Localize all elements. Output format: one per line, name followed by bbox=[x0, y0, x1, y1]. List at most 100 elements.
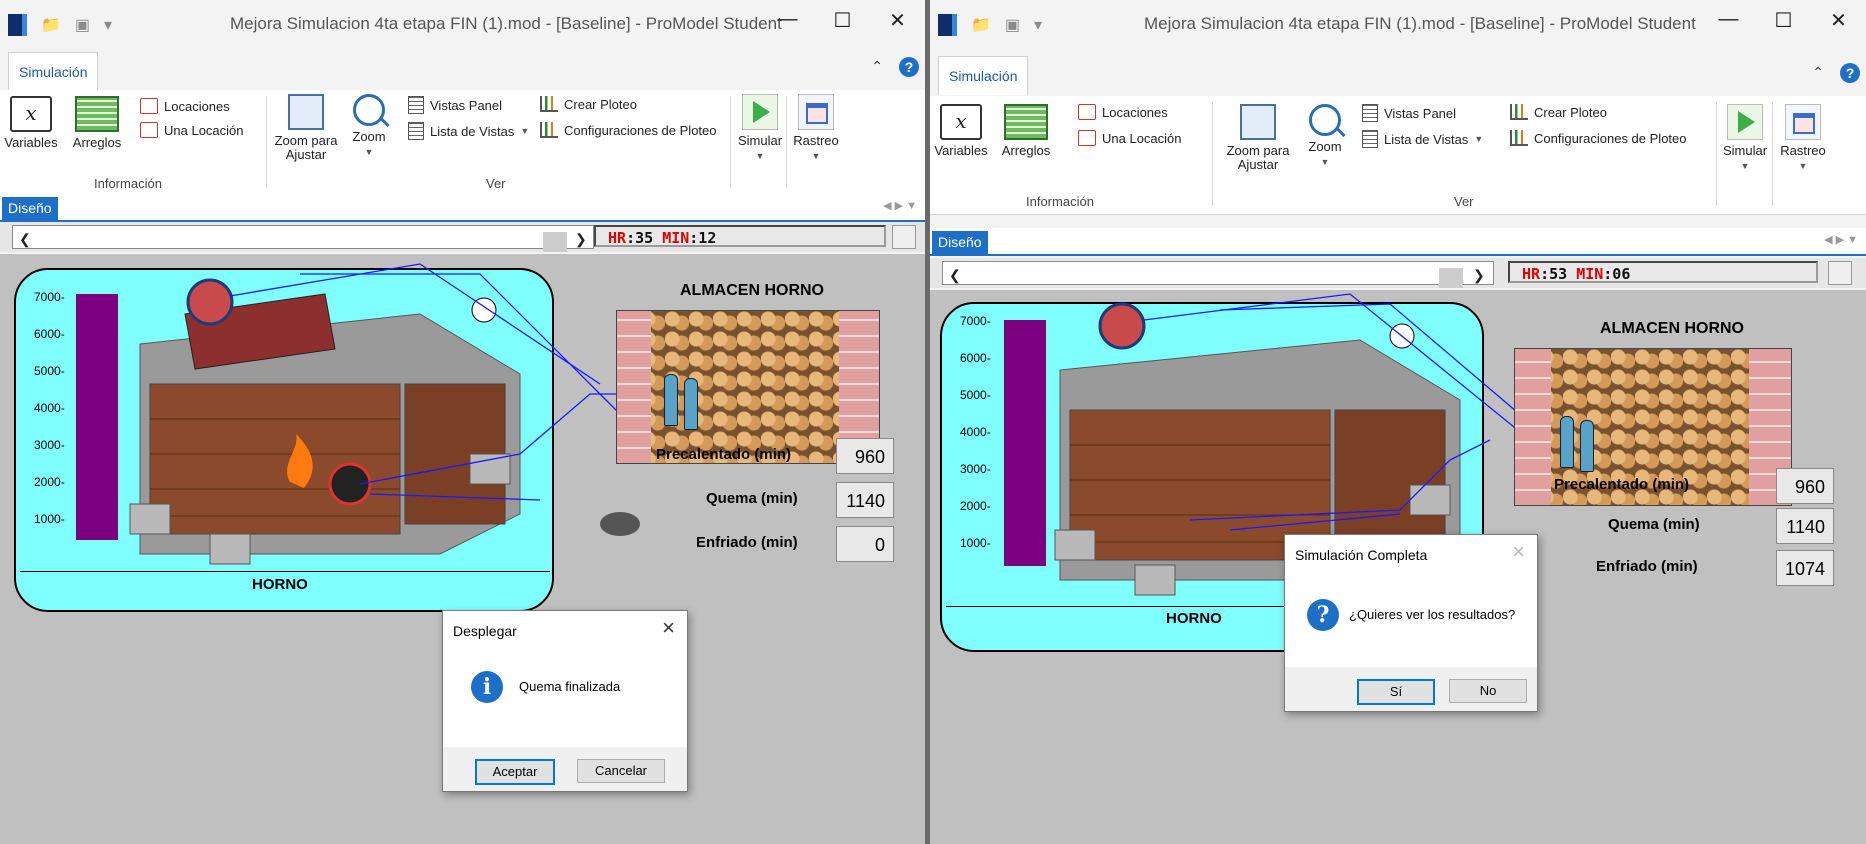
open-folder-icon[interactable]: 📁 bbox=[971, 15, 991, 35]
app-icon bbox=[8, 14, 27, 36]
ash-pile-icon bbox=[600, 512, 640, 536]
promodel-window-left: 📁 ▣ ▾ Mejora Simulacion 4ta etapa FIN (1… bbox=[0, 0, 925, 844]
tab-diseno[interactable]: Diseño bbox=[2, 197, 58, 220]
enfriado-label: Enfriado (min) bbox=[1596, 558, 1698, 575]
quema-label: Quema (min) bbox=[706, 490, 798, 507]
location-pin-icon bbox=[140, 122, 158, 138]
arreglos-label: Arreglos bbox=[1001, 143, 1051, 158]
customize-dropdown-icon[interactable]: ▾ bbox=[104, 15, 112, 35]
vistas-panel-button[interactable]: Vistas Panel bbox=[1362, 104, 1456, 122]
magnifier-icon bbox=[353, 94, 385, 126]
tab-navigation-icon[interactable]: ◀ ▶ ▼ bbox=[883, 199, 917, 212]
dialog-footer: Aceptar Cancelar bbox=[443, 747, 687, 791]
group-separator bbox=[730, 96, 731, 188]
zoom-button[interactable]: Zoom ▼ bbox=[346, 94, 392, 159]
simular-button[interactable]: Simular ▼ bbox=[736, 94, 784, 163]
title-bar: 📁 ▣ ▾ Mejora Simulacion 4ta etapa FIN (1… bbox=[0, 0, 925, 50]
ribbon: x Variables Arreglos Locaciones Una Loca… bbox=[930, 96, 1866, 215]
close-button[interactable]: ✕ bbox=[870, 8, 925, 33]
group-label-ver: Ver bbox=[1454, 194, 1474, 209]
una-locacion-label: Una Locación bbox=[1102, 130, 1182, 146]
lista-vistas-button[interactable]: Lista de Vistas ▼ bbox=[1362, 130, 1483, 148]
config-ploteo-label: Configuraciones de Ploteo bbox=[1534, 130, 1687, 146]
scroll-thumb[interactable] bbox=[543, 232, 567, 252]
una-locacion-button[interactable]: Una Locación bbox=[140, 122, 244, 138]
arreglos-button[interactable]: Arreglos bbox=[68, 96, 126, 150]
customize-dropdown-icon[interactable]: ▾ bbox=[1034, 15, 1042, 35]
maximize-button[interactable]: ☐ bbox=[815, 8, 870, 33]
dialog-close-button[interactable]: × bbox=[662, 615, 675, 641]
scroll-thumb[interactable] bbox=[1439, 268, 1463, 288]
clock-min-label: MIN bbox=[1576, 265, 1604, 283]
collapse-ribbon-icon[interactable]: ⌃ bbox=[871, 58, 883, 75]
rastreo-button[interactable]: Rastreo ▼ bbox=[1776, 104, 1830, 173]
lista-vistas-button[interactable]: Lista de Vistas ▼ bbox=[408, 122, 529, 140]
scroll-right-icon[interactable]: ❯ bbox=[1473, 267, 1485, 284]
config-ploteo-button[interactable]: Configuraciones de Ploteo bbox=[540, 122, 717, 138]
una-locacion-button[interactable]: Una Locación bbox=[1078, 130, 1182, 146]
collapse-ribbon-icon[interactable]: ⌃ bbox=[1812, 64, 1824, 81]
zoom-ajustar-button[interactable]: Zoom para Ajustar bbox=[272, 94, 340, 162]
horizontal-scrollbar[interactable]: ❮ ❯ bbox=[12, 225, 594, 252]
simular-label: Simular bbox=[1722, 143, 1768, 158]
scroll-left-icon[interactable]: ❮ bbox=[19, 231, 31, 248]
precalentado-value: 960 bbox=[836, 438, 894, 474]
worker-icon bbox=[1560, 416, 1574, 468]
tab-diseno[interactable]: Diseño bbox=[932, 231, 988, 254]
play-icon bbox=[1727, 104, 1763, 140]
variables-button[interactable]: x Variables bbox=[934, 104, 988, 158]
locaciones-button[interactable]: Locaciones bbox=[1078, 104, 1168, 120]
help-icon[interactable]: ? bbox=[899, 57, 919, 77]
help-icon[interactable]: ? bbox=[1840, 63, 1860, 83]
aceptar-button[interactable]: Aceptar bbox=[475, 759, 555, 785]
panel-icon bbox=[1362, 104, 1378, 122]
simular-button[interactable]: Simular ▼ bbox=[1720, 104, 1770, 173]
document-tab-bar: Diseño ◀ ▶ ▼ bbox=[0, 194, 925, 222]
magnifier-icon bbox=[1309, 104, 1341, 136]
no-button[interactable]: No bbox=[1449, 679, 1527, 703]
crear-ploteo-button[interactable]: Crear Ploteo bbox=[540, 96, 637, 112]
open-folder-icon[interactable]: 📁 bbox=[41, 15, 61, 35]
tab-simulacion[interactable]: Simulación bbox=[938, 56, 1029, 95]
clock-hr-value: :35 bbox=[626, 229, 654, 247]
zoom-fit-icon bbox=[1240, 104, 1276, 140]
title-bar: 📁 ▣ ▾ Mejora Simulacion 4ta etapa FIN (1… bbox=[930, 0, 1866, 50]
vistas-panel-button[interactable]: Vistas Panel bbox=[408, 96, 502, 114]
locaciones-label: Locaciones bbox=[1102, 104, 1168, 120]
minimize-button[interactable]: — bbox=[760, 8, 815, 33]
locaciones-button[interactable]: Locaciones bbox=[140, 98, 230, 114]
crear-ploteo-label: Crear Ploteo bbox=[564, 96, 637, 112]
zoom-ajustar-button[interactable]: Zoom para Ajustar bbox=[1220, 104, 1296, 172]
variables-button[interactable]: x Variables bbox=[4, 96, 58, 150]
simulacion-completa-dialog: Simulación Completa × ? ¿Quieres ver los… bbox=[1284, 534, 1538, 712]
dropdown-arrow-icon: ▼ bbox=[1474, 134, 1484, 144]
clock-min-label: MIN bbox=[662, 229, 690, 247]
close-button[interactable]: ✕ bbox=[1811, 8, 1866, 33]
config-ploteo-button[interactable]: Configuraciones de Ploteo bbox=[1510, 130, 1687, 146]
horizontal-scrollbar[interactable]: ❮ ❯ bbox=[942, 261, 1494, 288]
chart-icon bbox=[1510, 104, 1528, 120]
play-icon bbox=[742, 94, 778, 130]
maximize-button[interactable]: ☐ bbox=[1756, 8, 1811, 33]
scroll-right-icon[interactable]: ❯ bbox=[575, 231, 587, 248]
save-icon[interactable]: ▣ bbox=[75, 15, 90, 35]
dialog-title: Simulación Completa bbox=[1295, 547, 1428, 563]
arreglos-button[interactable]: Arreglos bbox=[996, 104, 1056, 158]
tab-simulacion[interactable]: Simulación bbox=[8, 52, 99, 91]
app-icon bbox=[938, 14, 957, 36]
grid-icon bbox=[75, 96, 119, 132]
tab-navigation-icon[interactable]: ◀ ▶ ▼ bbox=[1824, 233, 1858, 246]
scroll-left-icon[interactable]: ❮ bbox=[949, 267, 961, 284]
save-icon[interactable]: ▣ bbox=[1005, 15, 1020, 35]
crear-ploteo-button[interactable]: Crear Ploteo bbox=[1510, 104, 1607, 120]
si-button[interactable]: Sí bbox=[1357, 679, 1435, 705]
minimize-button[interactable]: — bbox=[1701, 8, 1756, 33]
precalentado-value: 960 bbox=[1776, 468, 1834, 504]
blower-icon bbox=[328, 462, 372, 506]
zoom-button[interactable]: Zoom ▼ bbox=[1302, 104, 1348, 169]
rastreo-button[interactable]: Rastreo ▼ bbox=[790, 94, 842, 163]
cancelar-button[interactable]: Cancelar bbox=[577, 759, 665, 783]
dialog-close-button[interactable]: × bbox=[1512, 539, 1525, 565]
dialog-message: ¿Quieres ver los resultados? bbox=[1349, 607, 1516, 622]
zoom-label: Zoom bbox=[1308, 139, 1342, 154]
